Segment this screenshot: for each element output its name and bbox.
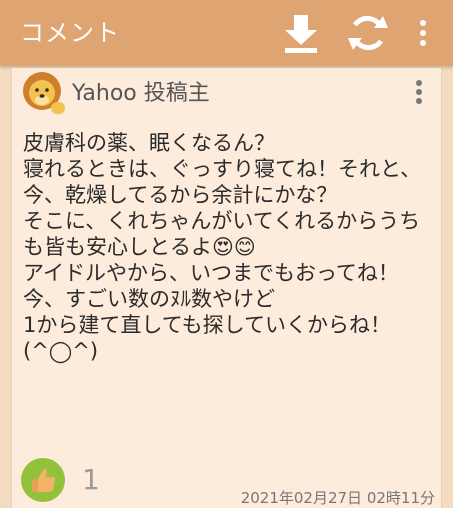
like-count: 1 <box>82 463 100 496</box>
comment-card: Yahoo 投稿主 皮膚科の薬、眠くなるん？ 寝れるときは、ぐっすり寝てね！それ… <box>12 68 441 508</box>
top-app-bar: コメント <box>0 0 453 66</box>
download-icon[interactable] <box>283 13 319 53</box>
thumbs-up-icon[interactable] <box>21 458 65 502</box>
comment-timestamp: 2021年02月27日 02時11分 <box>240 489 435 507</box>
more-vert-icon[interactable] <box>417 19 429 47</box>
comment-menu-icon[interactable] <box>413 79 425 105</box>
page-title: コメント <box>20 19 120 47</box>
refresh-icon[interactable] <box>347 12 389 54</box>
lion-icon <box>23 72 65 114</box>
user-name: Yahoo 投稿主 <box>72 81 210 106</box>
comment-body: 皮膚科の薬、眠くなるん？ 寝れるときは、ぐっすり寝てね！それと、今、乾燥してるか… <box>23 131 422 363</box>
